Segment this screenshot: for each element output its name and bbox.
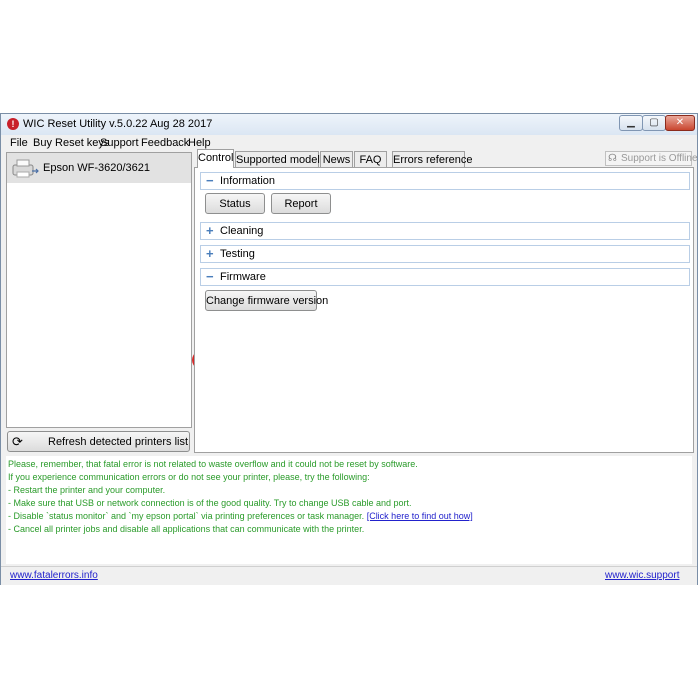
app-window: ! WIC Reset Utility v.5.0.22 Aug 28 2017… xyxy=(0,113,698,585)
printer-usb-icon xyxy=(12,159,39,178)
section-firmware-label: Firmware xyxy=(220,271,266,283)
status-button[interactable]: Status xyxy=(205,193,265,214)
section-testing-label: Testing xyxy=(220,248,255,260)
collapse-icon: − xyxy=(206,173,214,188)
refresh-printers-button[interactable]: ⟳ Refresh detected printers list xyxy=(7,431,190,452)
section-cleaning[interactable]: + Cleaning xyxy=(200,222,690,240)
printer-name: Epson WF-3620/3621 xyxy=(43,162,151,174)
menu-feedback[interactable]: Feedback xyxy=(141,137,189,149)
menu-buy-reset-keys[interactable]: Buy Reset keys xyxy=(33,137,109,149)
tab-news[interactable]: News xyxy=(320,151,353,167)
tab-control[interactable]: Control xyxy=(197,149,234,168)
tab-faq[interactable]: FAQ xyxy=(354,151,387,167)
menu-support[interactable]: Support xyxy=(100,137,139,149)
log-line: If you experience communication errors o… xyxy=(8,472,370,482)
section-firmware[interactable]: − Firmware xyxy=(200,268,690,286)
log-line: - Cancel all printer jobs and disable al… xyxy=(8,524,365,534)
log-line: Please, remember, that fatal error is no… xyxy=(8,459,418,469)
window-title: WIC Reset Utility v.5.0.22 Aug 28 2017 xyxy=(23,118,213,130)
log-line: - Disable `status monitor` and `my epson… xyxy=(8,511,365,521)
fatalerrors-link[interactable]: www.fatalerrors.info xyxy=(10,570,98,581)
section-information[interactable]: − Information xyxy=(200,172,690,190)
report-button[interactable]: Report xyxy=(271,193,331,214)
close-button[interactable]: ✕ xyxy=(665,115,695,131)
wic-support-link[interactable]: www.wic.support xyxy=(605,570,679,581)
printer-list: Epson WF-3620/3621 xyxy=(6,152,192,428)
title-bar[interactable]: ! WIC Reset Utility v.5.0.22 Aug 28 2017… xyxy=(1,114,697,135)
menu-file[interactable]: File xyxy=(10,137,28,149)
tab-supported-models[interactable]: Supported models xyxy=(235,151,325,167)
tab-errors-reference[interactable]: Errors reference xyxy=(392,151,472,167)
refresh-icon: ⟳ xyxy=(12,434,23,449)
section-testing[interactable]: + Testing xyxy=(200,245,690,263)
support-status-label: Support is Offline xyxy=(621,153,698,164)
menu-help[interactable]: Help xyxy=(188,137,211,149)
how-to-link[interactable]: [Click here to find out how] xyxy=(367,511,473,521)
printer-list-item[interactable]: Epson WF-3620/3621 xyxy=(7,153,191,183)
change-firmware-button[interactable]: Change firmware version xyxy=(205,290,328,311)
headset-icon: ☊ xyxy=(608,153,617,164)
app-logo-icon: ! xyxy=(7,118,19,130)
log-line: - Restart the printer and your computer. xyxy=(8,485,166,495)
collapse-icon: − xyxy=(206,269,214,284)
status-bar: www.fatalerrors.info www.wic.support xyxy=(1,566,697,585)
menu-bar: File Buy Reset keys Support Feedback Hel… xyxy=(1,136,697,151)
log-line: - Make sure that USB or network connecti… xyxy=(8,498,412,508)
minimize-button[interactable]: ▁ xyxy=(619,115,643,131)
log-panel: Please, remember, that fatal error is no… xyxy=(6,456,692,564)
support-status-button[interactable]: ☊ Support is Offline xyxy=(605,151,698,166)
refresh-printers-label: Refresh detected printers list xyxy=(48,436,189,448)
expand-icon: + xyxy=(206,223,214,238)
section-information-label: Information xyxy=(220,175,276,187)
expand-icon: + xyxy=(206,246,214,261)
log-line-with-link: - Disable `status monitor` and `my epson… xyxy=(8,511,473,521)
maximize-button[interactable]: ▢ xyxy=(642,115,666,131)
section-cleaning-label: Cleaning xyxy=(220,225,264,237)
control-panel: − Information Status Report + Cleaning +… xyxy=(194,167,694,453)
